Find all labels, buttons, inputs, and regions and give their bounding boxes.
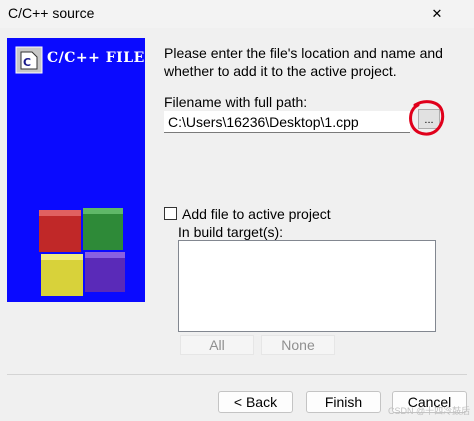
instructions-line-1: Please enter the file's location and nam… [164,45,443,61]
add-to-project-label[interactable]: Add file to active project [182,206,331,222]
colored-cubes-icon [39,208,125,296]
window-title: C/C++ source [8,5,95,21]
add-to-project-checkbox[interactable] [164,207,177,220]
instructions-text: Please enter the file's location and nam… [164,44,443,80]
svg-text:C: C [23,56,31,69]
wizard-banner: C C/C++ FILE [7,38,145,302]
select-all-button[interactable]: All [180,335,254,355]
select-none-button[interactable]: None [261,335,335,355]
footer-divider [7,374,467,375]
back-button[interactable]: < Back [218,391,293,413]
path-label: Filename with full path: [164,94,308,110]
build-targets-list[interactable] [178,240,436,332]
watermark: CSDN @十四冷鼓后 [388,406,471,416]
close-icon[interactable]: ✕ [422,0,452,28]
highlight-circle-icon [409,100,445,136]
path-input[interactable] [164,111,410,133]
build-targets-label: In build target(s): [178,224,284,240]
file-document-icon: C [15,46,43,74]
instructions-line-2: whether to add it to the active project. [164,63,397,79]
banner-title: C/C++ FILE [47,50,145,66]
finish-button[interactable]: Finish [306,391,381,413]
title-bar: C/C++ source ✕ [0,0,474,28]
